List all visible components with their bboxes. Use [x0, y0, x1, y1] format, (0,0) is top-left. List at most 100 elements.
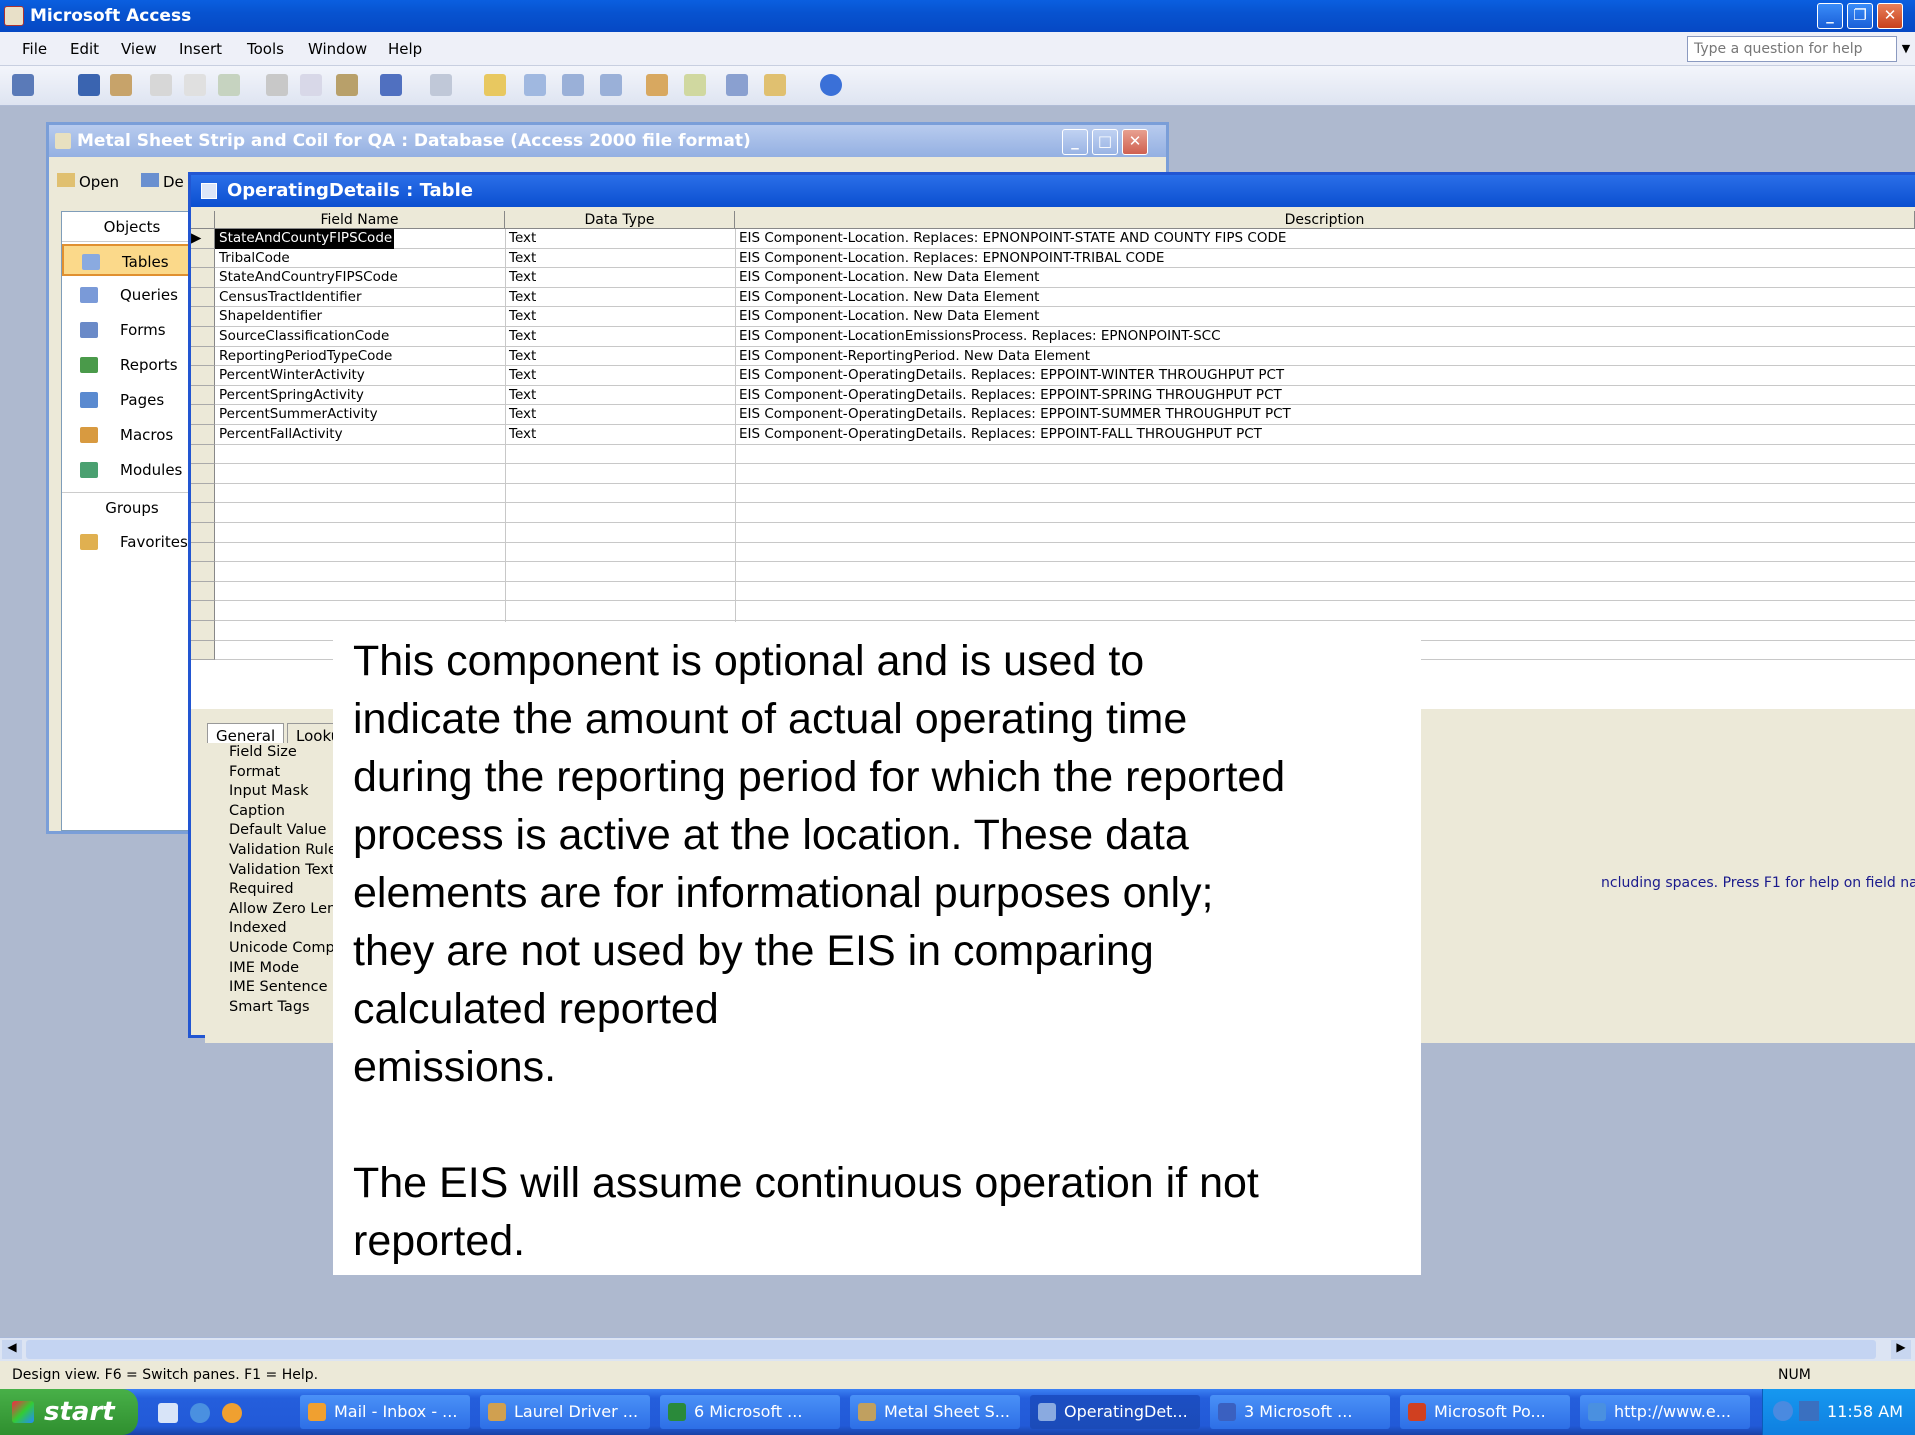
row-selector[interactable]	[191, 503, 215, 523]
cell-desc[interactable]: EIS Component-OperatingDetails. Replaces…	[735, 425, 1915, 445]
table-row[interactable]: PercentSpringActivity Text EIS Component-O…	[191, 385, 1915, 406]
table-row[interactable]	[191, 483, 1915, 504]
internet-explorer-icon[interactable]	[190, 1403, 210, 1423]
column-header-description[interactable]: Description	[735, 211, 1915, 229]
table-row[interactable]: StateAndCountryFIPSCode Text EIS Component…	[191, 268, 1915, 288]
cell-field[interactable]: ShapeIdentifier	[215, 307, 505, 327]
cell-field[interactable]: PercentSpringActivity	[215, 386, 505, 406]
cell-desc[interactable]: EIS Component-Location. New Data Element	[735, 288, 1915, 308]
cell-field[interactable]: TribalCode	[215, 249, 505, 269]
table-row[interactable]: ReportingPeriodTypeCode Text EIS Component…	[191, 346, 1915, 367]
cut-icon[interactable]	[266, 74, 288, 96]
cell-field[interactable]: SourceClassificationCode	[215, 327, 505, 347]
menu-help[interactable]: Help	[388, 40, 422, 58]
cell-desc[interactable]: EIS Component-OperatingDetails. Replaces…	[735, 366, 1915, 386]
database-window-icon[interactable]	[726, 74, 748, 96]
objects-item-macros[interactable]: Macros	[62, 419, 202, 451]
access-app-icon[interactable]	[4, 6, 24, 26]
cell-field[interactable]: PercentWinterActivity	[215, 366, 505, 386]
table-row[interactable]: TribalCode Text EIS Component-Location. Re…	[191, 248, 1915, 269]
help-icon[interactable]	[820, 74, 842, 96]
cell-type[interactable]: Text	[505, 386, 735, 406]
cell-desc[interactable]: EIS Component-Location. New Data Element	[735, 307, 1915, 327]
scroll-left-icon[interactable]: ◀	[2, 1340, 22, 1359]
insert-rows-icon[interactable]	[562, 74, 584, 96]
db-close-button[interactable]: ✕	[1122, 129, 1148, 155]
row-selector[interactable]	[191, 346, 215, 367]
taskbar-button[interactable]: Microsoft Po...	[1400, 1395, 1570, 1429]
cell-type[interactable]: Text	[505, 249, 735, 269]
menu-window[interactable]: Window	[308, 40, 367, 58]
view-icon[interactable]	[12, 74, 34, 96]
taskbar-button[interactable]: Laurel Driver ...	[480, 1395, 650, 1429]
restore-button[interactable]: ❐	[1847, 3, 1873, 29]
help-dropdown-arrow-icon[interactable]: ▼	[1897, 36, 1915, 62]
objects-item-pages[interactable]: Pages	[62, 384, 202, 416]
cell-type[interactable]: Text	[505, 405, 735, 425]
cell-field[interactable]: CensusTractIdentifier	[215, 288, 505, 308]
row-selector[interactable]	[191, 425, 215, 445]
objects-item-modules[interactable]: Modules	[62, 454, 202, 486]
delete-rows-icon[interactable]	[600, 74, 622, 96]
cell-desc[interactable]: EIS Component-Location. New Data Element	[735, 268, 1915, 288]
cell-desc[interactable]: EIS Component-LocationEmissionsProcess. …	[735, 327, 1915, 347]
scroll-thumb[interactable]	[26, 1340, 1876, 1359]
row-selector[interactable]	[191, 601, 215, 621]
menu-file[interactable]: File	[22, 40, 47, 58]
undo-icon[interactable]	[380, 74, 402, 96]
table-row[interactable]	[191, 444, 1915, 465]
menu-insert[interactable]: Insert	[179, 40, 222, 58]
table-row[interactable]	[191, 464, 1915, 484]
close-button[interactable]: ✕	[1877, 3, 1903, 29]
taskbar-button[interactable]: Metal Sheet S...	[850, 1395, 1020, 1429]
table-row[interactable]: ▶ StateAndCountyFIPSCode Text EIS Component…	[191, 229, 1915, 249]
row-selector[interactable]	[191, 444, 215, 465]
table-row[interactable]	[191, 562, 1915, 582]
search-icon[interactable]	[110, 74, 132, 96]
copy-icon[interactable]	[300, 74, 322, 96]
table-row[interactable]	[191, 542, 1915, 563]
table-row[interactable]: ShapeIdentifier Text EIS Component-Locatio…	[191, 307, 1915, 327]
table-row[interactable]: PercentFallActivity Text EIS Component-Ope…	[191, 425, 1915, 445]
taskbar-button[interactable]: http://www.e...	[1580, 1395, 1750, 1429]
objects-item-tables[interactable]: Tables	[62, 244, 202, 276]
cell-field[interactable]: ReportingPeriodTypeCode	[215, 347, 505, 367]
row-selector[interactable]	[191, 268, 215, 288]
build-icon[interactable]	[684, 74, 706, 96]
cell-desc[interactable]: EIS Component-Location. Replaces: EPNONP…	[735, 229, 1915, 249]
row-selector[interactable]	[191, 562, 215, 582]
primary-key-icon[interactable]	[484, 74, 506, 96]
table-row[interactable]	[191, 581, 1915, 602]
taskbar-button[interactable]: 3 Microsoft ...	[1210, 1395, 1390, 1429]
cell-type[interactable]: Text	[505, 425, 735, 445]
cell-field[interactable]: StateAndCountryFIPSCode	[215, 268, 505, 288]
cell-desc[interactable]: EIS Component-OperatingDetails. Replaces…	[735, 386, 1915, 406]
db-maximize-button[interactable]: □	[1092, 129, 1118, 155]
minimize-button[interactable]: _	[1817, 3, 1843, 29]
open-button[interactable]: Open	[57, 173, 119, 191]
show-desktop-icon[interactable]	[158, 1403, 178, 1423]
cell-type[interactable]: Text	[505, 366, 735, 386]
cell-desc[interactable]: EIS Component-ReportingPeriod. New Data …	[735, 347, 1915, 367]
cell-type[interactable]: Text	[505, 288, 735, 308]
row-selector[interactable]	[191, 248, 215, 269]
objects-item-reports[interactable]: Reports	[62, 349, 202, 381]
paste-icon[interactable]	[336, 74, 358, 96]
cell-desc[interactable]: EIS Component-Location. Replaces: EPNONP…	[735, 249, 1915, 269]
row-selector[interactable]	[191, 523, 215, 543]
menu-view[interactable]: View	[121, 40, 157, 58]
objects-item-queries[interactable]: Queries	[62, 279, 202, 311]
column-header-field-name[interactable]: Field Name	[215, 211, 505, 229]
row-selector[interactable]	[191, 385, 215, 406]
row-selector[interactable]	[191, 542, 215, 563]
row-selector[interactable]	[191, 366, 215, 386]
table-row[interactable]	[191, 601, 1915, 621]
print-icon[interactable]	[150, 74, 172, 96]
scroll-right-icon[interactable]: ▶	[1891, 1340, 1911, 1359]
cell-type[interactable]: Text	[505, 268, 735, 288]
column-header-data-type[interactable]: Data Type	[505, 211, 735, 229]
indexes-icon[interactable]	[524, 74, 546, 96]
cell-type[interactable]: Text	[505, 307, 735, 327]
redo-icon[interactable]	[430, 74, 452, 96]
table-row[interactable]: PercentWinterActivity Text EIS Component-O…	[191, 366, 1915, 386]
